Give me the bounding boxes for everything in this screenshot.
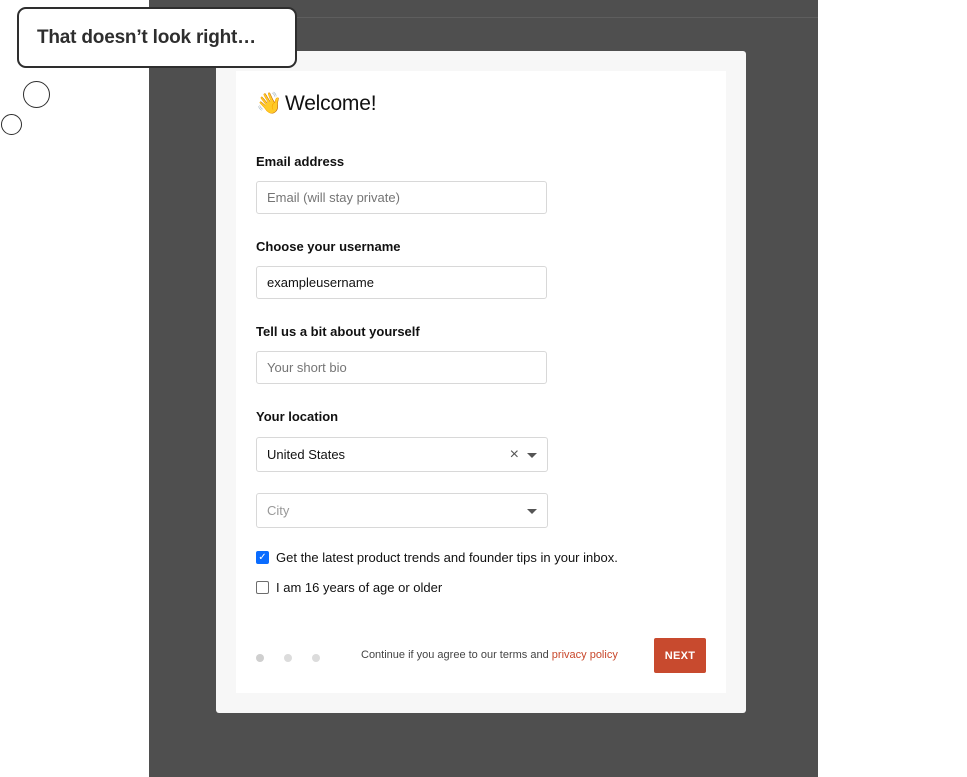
age-confirm-option[interactable]: I am 16 years of age or older [256,580,442,595]
next-button[interactable]: NEXT [654,638,706,673]
city-placeholder: City [267,503,290,518]
thought-bubble: That doesn’t look right… [17,7,297,68]
terms-text: Continue if you agree to our terms and [361,649,549,661]
username-label: Choose your username [256,239,401,254]
clear-icon[interactable]: × [510,438,519,471]
location-label: Your location [256,409,339,424]
newsletter-checkbox[interactable]: ✓ [256,551,269,564]
step-indicator [256,654,320,662]
age-confirm-checkbox[interactable] [256,581,269,594]
email-field[interactable] [256,181,547,214]
thought-bubble-text: That doesn’t look right… [37,26,256,48]
thought-circle [23,81,50,108]
terms-notice: Continue if you agree to our terms and p… [361,649,618,661]
city-select[interactable]: City [256,493,548,528]
waving-hand-icon: 👋 [256,92,282,115]
newsletter-option[interactable]: ✓ Get the latest product trends and foun… [256,550,618,565]
step-dot [256,654,264,662]
age-confirm-label: I am 16 years of age or older [276,580,443,595]
page-title: 👋 Welcome! [256,92,377,116]
welcome-heading: Welcome! [284,92,377,115]
country-value: United States [267,447,346,462]
bio-label: Tell us a bit about yourself [256,324,420,339]
country-select[interactable]: United States × [256,437,548,472]
username-field[interactable] [256,266,547,299]
chevron-down-icon[interactable] [527,509,537,514]
thought-circle [1,114,22,135]
step-dot [312,654,320,662]
email-label: Email address [256,154,345,169]
step-dot [284,654,292,662]
newsletter-label: Get the latest product trends and founde… [276,550,618,565]
privacy-policy-link[interactable]: privacy policy [552,649,618,661]
chevron-down-icon[interactable] [527,453,537,458]
bio-field[interactable] [256,351,547,384]
